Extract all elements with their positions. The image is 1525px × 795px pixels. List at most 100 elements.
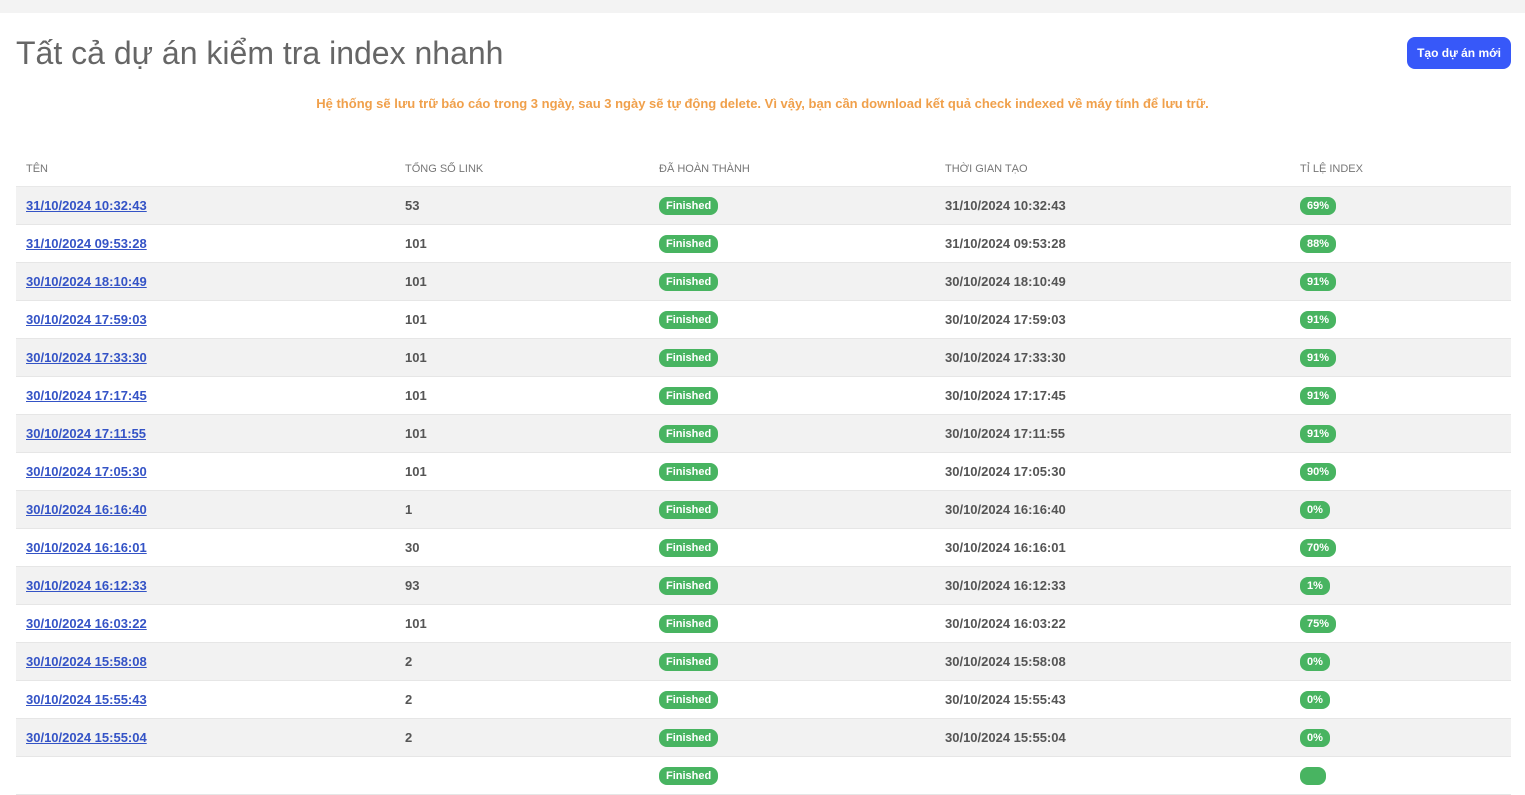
header-total-links: Tổng số link (395, 152, 649, 187)
project-link[interactable]: 30/10/2024 17:17:45 (26, 388, 147, 403)
table-row: 30/10/2024 16:16:40 1 Finished 30/10/2024 1… (16, 490, 1511, 529)
cell-index-rate: 91% (1290, 376, 1511, 415)
cell-index-rate: 70% (1290, 528, 1511, 567)
cell-completed: Finished (649, 262, 935, 301)
status-badge: Finished (659, 424, 719, 443)
status-badge: Finished (659, 576, 719, 595)
page-header: Tất cả dự án kiểm tra index nhanh Tạo dự… (0, 13, 1525, 93)
project-link[interactable]: 31/10/2024 10:32:43 (26, 198, 147, 213)
cell-index-rate: 1% (1290, 566, 1511, 605)
cell-total-links (395, 756, 649, 795)
cell-completed: Finished (649, 642, 935, 681)
cell-completed: Finished (649, 338, 935, 377)
cell-created-time: 30/10/2024 16:03:22 (935, 604, 1290, 643)
retention-notice: Hệ thống sẽ lưu trữ báo cáo trong 3 ngày… (316, 96, 1209, 111)
index-rate-badge: 0% (1300, 690, 1330, 709)
table-row: 30/10/2024 17:11:55 101 Finished 30/10/2024… (16, 414, 1511, 453)
status-badge: Finished (659, 462, 719, 481)
cell-total-links: 1 (395, 490, 649, 529)
cell-completed: Finished (649, 186, 935, 225)
project-link[interactable]: 30/10/2024 16:03:22 (26, 616, 147, 631)
status-badge: Finished (659, 652, 719, 671)
table-row: 30/10/2024 16:03:22 101 Finished 30/10/2024… (16, 604, 1511, 643)
cell-created-time: 30/10/2024 18:10:49 (935, 262, 1290, 301)
cell-created-time: 30/10/2024 17:33:30 (935, 338, 1290, 377)
status-badge: Finished (659, 310, 719, 329)
top-bar (0, 0, 1525, 13)
cell-completed: Finished (649, 452, 935, 491)
cell-name: 30/10/2024 16:16:40 (16, 490, 395, 529)
project-link[interactable]: 30/10/2024 15:55:04 (26, 730, 147, 745)
project-link[interactable]: 30/10/2024 17:33:30 (26, 350, 147, 365)
cell-created-time: 30/10/2024 17:11:55 (935, 414, 1290, 453)
new-project-button[interactable]: Tạo dự án mới (1407, 37, 1511, 69)
cell-total-links: 101 (395, 452, 649, 491)
status-badge: Finished (659, 348, 719, 367)
cell-name: 30/10/2024 16:03:22 (16, 604, 395, 643)
table-row: 30/10/2024 15:55:04 2 Finished 30/10/2024 1… (16, 718, 1511, 757)
cell-completed: Finished (649, 756, 935, 795)
table-row: 30/10/2024 17:05:30 101 Finished 30/10/2024… (16, 452, 1511, 491)
index-rate-badge: 91% (1300, 348, 1337, 367)
status-badge: Finished (659, 196, 719, 215)
index-rate-badge: 91% (1300, 310, 1337, 329)
cell-index-rate: 91% (1290, 300, 1511, 339)
project-link[interactable]: 30/10/2024 15:58:08 (26, 654, 147, 669)
table-row: Finished (16, 756, 1511, 795)
cell-completed: Finished (649, 566, 935, 605)
index-rate-badge: 91% (1300, 424, 1337, 443)
table-row: 30/10/2024 15:55:43 2 Finished 30/10/2024 1… (16, 680, 1511, 719)
index-rate-badge: 91% (1300, 386, 1337, 405)
project-link[interactable]: 30/10/2024 15:55:43 (26, 692, 147, 707)
cell-index-rate: 0% (1290, 680, 1511, 719)
cell-name: 30/10/2024 17:33:30 (16, 338, 395, 377)
cell-total-links: 30 (395, 528, 649, 567)
cell-created-time: 31/10/2024 10:32:43 (935, 186, 1290, 225)
cell-created-time (935, 756, 1290, 795)
cell-completed: Finished (649, 300, 935, 339)
status-badge: Finished (659, 614, 719, 633)
cell-created-time: 30/10/2024 17:59:03 (935, 300, 1290, 339)
cell-created-time: 30/10/2024 17:17:45 (935, 376, 1290, 415)
cell-completed: Finished (649, 490, 935, 529)
cell-total-links: 101 (395, 376, 649, 415)
cell-name: 30/10/2024 17:11:55 (16, 414, 395, 453)
cell-total-links: 53 (395, 186, 649, 225)
project-link[interactable]: 30/10/2024 18:10:49 (26, 274, 147, 289)
cell-index-rate: 91% (1290, 414, 1511, 453)
table-row: 30/10/2024 16:16:01 30 Finished 30/10/2024 … (16, 528, 1511, 567)
cell-created-time: 30/10/2024 16:12:33 (935, 566, 1290, 605)
cell-completed: Finished (649, 414, 935, 453)
cell-name: 30/10/2024 15:55:04 (16, 718, 395, 757)
project-link[interactable]: 30/10/2024 16:16:01 (26, 540, 147, 555)
table-row: 30/10/2024 17:59:03 101 Finished 30/10/2024… (16, 300, 1511, 339)
status-badge: Finished (659, 272, 719, 291)
cell-name: 30/10/2024 17:17:45 (16, 376, 395, 415)
table-row: 31/10/2024 10:32:43 53 Finished 31/10/2024 … (16, 186, 1511, 225)
project-link[interactable]: 31/10/2024 09:53:28 (26, 236, 147, 251)
table-row: 30/10/2024 17:33:30 101 Finished 30/10/2024… (16, 338, 1511, 377)
cell-name: 30/10/2024 16:16:01 (16, 528, 395, 567)
project-link[interactable]: 30/10/2024 17:59:03 (26, 312, 147, 327)
status-badge: Finished (659, 386, 719, 405)
cell-name: 31/10/2024 10:32:43 (16, 186, 395, 225)
cell-index-rate: 91% (1290, 262, 1511, 301)
cell-total-links: 101 (395, 338, 649, 377)
cell-total-links: 101 (395, 300, 649, 339)
status-badge: Finished (659, 500, 719, 519)
cell-total-links: 2 (395, 680, 649, 719)
project-link[interactable]: 30/10/2024 16:16:40 (26, 502, 147, 517)
cell-index-rate (1290, 756, 1511, 795)
header-completed: Đã hoàn thành (649, 152, 935, 187)
table-row: 30/10/2024 15:58:08 2 Finished 30/10/2024 1… (16, 642, 1511, 681)
index-rate-badge (1300, 766, 1327, 785)
project-link[interactable]: 30/10/2024 17:11:55 (26, 426, 146, 441)
cell-name: 31/10/2024 09:53:28 (16, 224, 395, 263)
cell-total-links: 93 (395, 566, 649, 605)
cell-completed: Finished (649, 604, 935, 643)
project-link[interactable]: 30/10/2024 16:12:33 (26, 578, 147, 593)
project-link[interactable]: 30/10/2024 17:05:30 (26, 464, 147, 479)
cell-total-links: 2 (395, 718, 649, 757)
header-index-rate: Tỉ lệ index (1290, 152, 1511, 187)
cell-total-links: 2 (395, 642, 649, 681)
